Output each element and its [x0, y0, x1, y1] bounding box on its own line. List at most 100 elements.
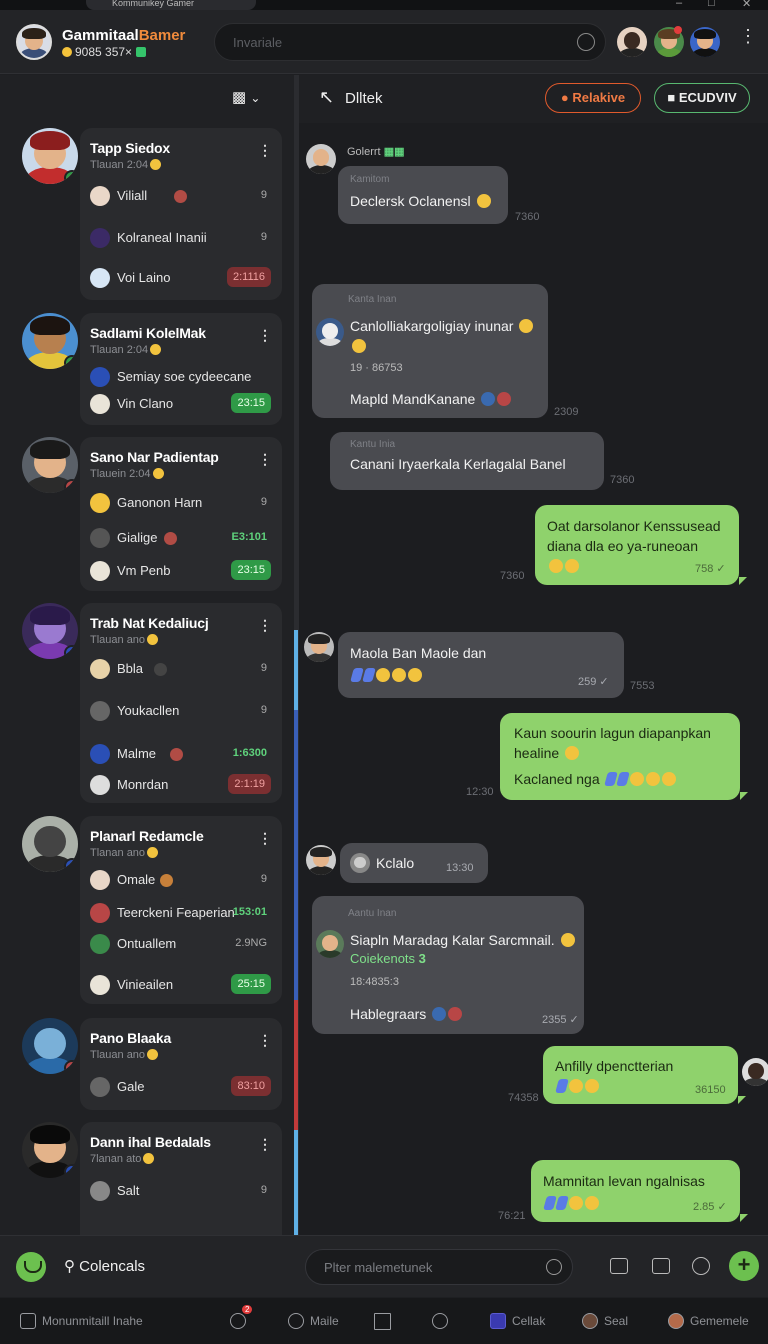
search-clear-icon[interactable] [577, 33, 595, 51]
message-bubble-outgoing[interactable]: Kaun soourin lagun diapanpkan healine Ka… [500, 713, 740, 800]
relative-button[interactable]: ● Relakive [545, 83, 641, 113]
close-window-icon[interactable]: ✕ [742, 0, 751, 10]
list-item[interactable]: Vinieailen 25:15 [90, 973, 275, 997]
message-bubble[interactable]: Maola Ban Maole dan 259 ✓ [338, 632, 624, 698]
chat-avatar-2[interactable]: + [22, 313, 78, 369]
list-item[interactable]: Ganonon Harn 9 [90, 491, 275, 515]
emoji-picker-icon[interactable] [546, 1259, 562, 1275]
sender-avatar[interactable] [306, 144, 336, 174]
message-time: 2309 [554, 406, 579, 418]
attach-icon[interactable] [610, 1258, 628, 1274]
chat-card-4[interactable]: Trab Nat Kedaliucj Tlauan ano ⋮ Bbla 9 Yo… [80, 603, 282, 803]
list-item[interactable]: Semiay soe cydeecane [90, 365, 275, 389]
list-item[interactable]: Monrdan 2:1:19 [90, 773, 275, 797]
chat-card-7[interactable]: Dann ihal Bedalals 7lanan ato ⋮ Salt 9 [80, 1122, 282, 1235]
chat-avatar-3[interactable]: ✶ [22, 437, 78, 493]
search-input[interactable] [231, 34, 561, 51]
list-item[interactable]: Vm Penb 23:15 [90, 559, 275, 583]
add-button[interactable]: + [729, 1251, 759, 1281]
list-item[interactable]: Viliall 9 [90, 184, 275, 208]
chat-timestamp: Tlauan 2:04 [90, 159, 162, 171]
review-button[interactable]: ■ ECUDVIV [654, 83, 750, 113]
minimize-icon[interactable]: – [676, 0, 682, 9]
user-avatar-icon [90, 903, 110, 923]
list-item[interactable]: Kolraneal Inanii 9 [90, 226, 275, 250]
list-item[interactable]: Gialige E3:101 [90, 526, 275, 550]
sender-avatar[interactable] [742, 1058, 768, 1086]
list-item[interactable]: Youkacllen 9 [90, 699, 275, 723]
chevron-down-icon: ⌄ [250, 91, 261, 105]
card-more-icon[interactable]: ⋮ [258, 1032, 272, 1049]
profile-avatar[interactable] [16, 24, 52, 60]
nav-item-members[interactable]: Gememele [668, 1313, 749, 1329]
contact-avatar-1[interactable] [617, 27, 647, 57]
sender-avatar[interactable] [306, 845, 336, 875]
chat-avatar-1[interactable]: + [22, 128, 78, 184]
message-bubble[interactable]: Kclalo 13:30 [340, 843, 488, 883]
user-avatar-icon [90, 528, 110, 548]
nav-item-seal[interactable]: Seal [582, 1313, 628, 1329]
card-more-icon[interactable]: ⋮ [258, 830, 272, 847]
chat-title: Sano Nar Padientap [90, 449, 219, 465]
status-badge: 2:1116 [226, 267, 271, 287]
list-item[interactable]: Malme 1:6300 [90, 742, 275, 766]
maximize-icon[interactable]: □ [708, 0, 715, 9]
search-box[interactable] [214, 23, 606, 61]
clock-icon[interactable] [692, 1257, 710, 1275]
message-bubble[interactable]: Kamitom Declersk Oclanensl [338, 166, 508, 224]
card-more-icon[interactable]: ⋮ [258, 327, 272, 344]
contact-avatar-3[interactable] [690, 27, 720, 57]
list-item[interactable]: Teerckeni Feaperian 153:01 [90, 901, 275, 925]
chat-avatar-7[interactable]: ✶ [22, 1122, 78, 1178]
sender-name: Golerrt ▦▦ [347, 146, 405, 158]
browser-tab[interactable]: Kommunikey Gamer [86, 0, 256, 10]
message-bubble[interactable]: Kanta Inan Canlolliakargoligiay inunar 1… [312, 284, 548, 418]
square-icon [374, 1313, 391, 1330]
emoji-button[interactable] [16, 1252, 46, 1282]
list-item[interactable]: Gale 83:10 [90, 1075, 275, 1099]
chat-card-1[interactable]: Tapp Siedox Tlauan 2:04 ⋮ Viliall 9 Kolra… [80, 128, 282, 300]
list-item[interactable]: Ontuallem 2.9NG [90, 932, 275, 956]
message-bubble[interactable]: Aantu Inan Siapln Maradag Kalar Sarcmnai… [312, 896, 584, 1034]
chat-avatar-4[interactable]: ✶ [22, 603, 78, 659]
back-arrow-icon[interactable]: ↖ [319, 87, 334, 108]
card-more-icon[interactable]: ⋮ [258, 617, 272, 634]
message-bubble[interactable]: Kantu Inia Canani Iryaerkala Kerlagalal … [330, 432, 604, 490]
chat-avatar-5[interactable]: ✶ [22, 816, 78, 872]
list-item[interactable]: Salt 9 [90, 1179, 275, 1203]
card-more-icon[interactable]: ⋮ [258, 142, 272, 159]
list-item[interactable]: Bbla 9 [90, 657, 275, 681]
message-input[interactable] [322, 1259, 542, 1276]
list-item[interactable]: Omale 9 [90, 868, 275, 892]
chat-card-2[interactable]: Sadlami KolelMak Tlauan 2:04 ⋮ Semiay so… [80, 313, 282, 425]
emoji-icon [585, 1196, 599, 1210]
emoji-icon [376, 668, 390, 682]
list-item[interactable]: Vin Clano 23:15 [90, 392, 275, 416]
chat-card-3[interactable]: Sano Nar Padientap Tlauein 2:04 ⋮ Ganono… [80, 437, 282, 591]
nav-item-square[interactable] [374, 1313, 397, 1330]
nav-item-home[interactable]: Monunmitaill Inahe [20, 1313, 143, 1329]
sender-avatar[interactable] [304, 632, 334, 662]
card-more-icon[interactable]: ⋮ [258, 1136, 272, 1153]
nav-item-search[interactable] [432, 1313, 454, 1329]
nav-item-notifications[interactable]: 2 [230, 1305, 253, 1329]
message-bubble-outgoing[interactable]: Anfilly dpenctterian 36150 [543, 1046, 738, 1104]
star-badge-icon: ✶ [64, 858, 78, 872]
nav-item-call[interactable]: Cellak [490, 1313, 545, 1329]
message-input-box[interactable] [305, 1249, 573, 1285]
thumbs-up-icon [519, 319, 534, 333]
message-bubble-outgoing[interactable]: Oat darsolanor Kenssusead diana dla eo y… [535, 505, 739, 585]
thumbs-up-icon [560, 933, 575, 947]
compose-icon[interactable]: ▩ ⌄ [232, 88, 260, 106]
message-bubble-outgoing[interactable]: Mamnitan levan ngalnisas 2.85 ✓ [531, 1160, 740, 1222]
search-contacts-button[interactable]: ⚲ Colencals [64, 1257, 145, 1275]
app-subtitle: 9085 357× [62, 45, 147, 59]
nav-item-mail[interactable]: Maile [288, 1313, 339, 1329]
chat-card-6[interactable]: Pano Blaaka Tlauan ano ⋮ Gale 83:10 [80, 1018, 282, 1110]
list-item[interactable]: Voi Laino 2:1116 [90, 266, 275, 290]
chat-card-5[interactable]: Planarl Redamcle Tlanan ano ⋮ Omale 9 Tee… [80, 816, 282, 1004]
card-more-icon[interactable]: ⋮ [258, 451, 272, 468]
chat-avatar-6[interactable]: ✶ [22, 1018, 78, 1074]
camera-icon[interactable] [652, 1258, 670, 1274]
more-menu-icon[interactable]: ⋮ [739, 27, 757, 45]
